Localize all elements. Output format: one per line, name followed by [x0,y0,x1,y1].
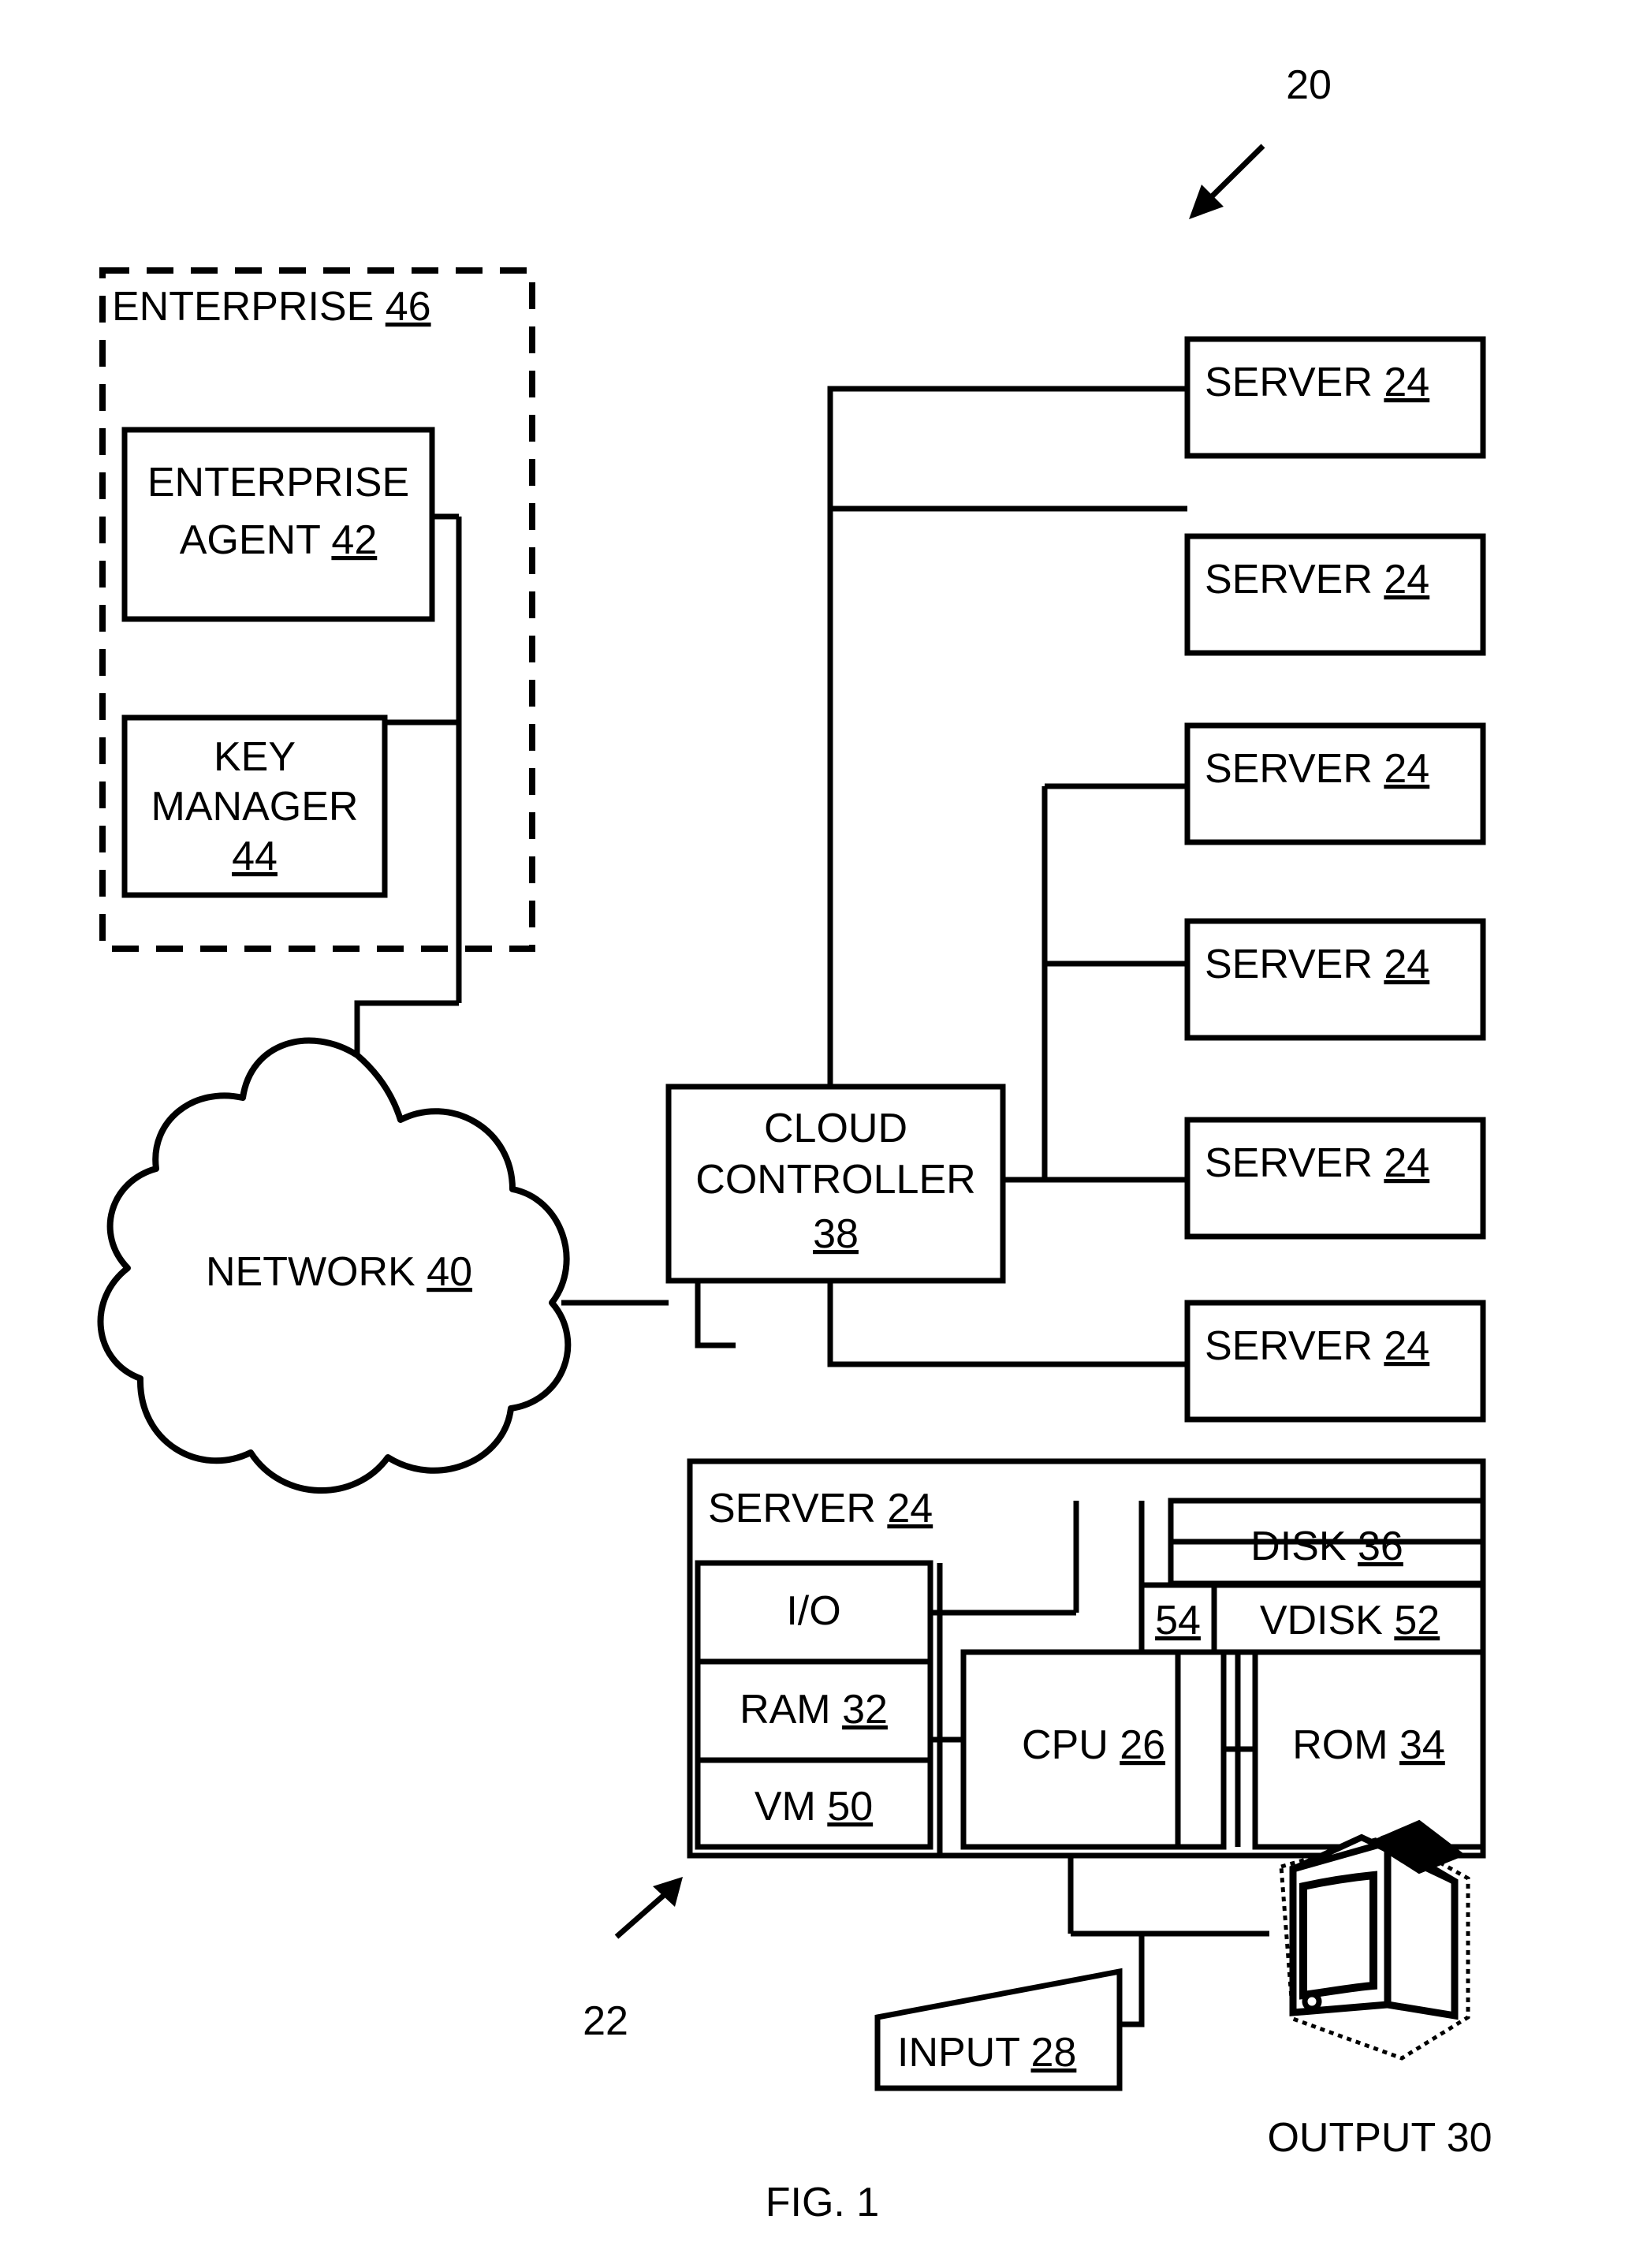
vm-label: VM 50 [755,1784,873,1830]
cpu-label-text: CPU [1022,1722,1109,1768]
server-detail-ref-label: 22 [583,1998,628,2044]
server-label-1: SERVER 24 [1205,360,1429,405]
ram-label: RAM 32 [740,1687,888,1733]
server-ref-6: 24 [1384,1323,1429,1369]
disk-label: DISK 36 [1250,1524,1403,1569]
network-label-text: NETWORK [206,1249,415,1295]
network-cloud[interactable]: NETWORK 40 [97,1037,572,1494]
server-label-5-text: SERVER [1205,1140,1373,1186]
system-ref-marker: 20 [1189,62,1332,219]
server-label-3: SERVER 24 [1205,746,1429,792]
server-ref-3: 24 [1384,746,1429,792]
server-label-2: SERVER 24 [1205,557,1429,602]
disk-label-text: DISK [1250,1524,1347,1569]
server-label-6-text: SERVER [1205,1323,1373,1369]
enterprise-title-text: ENTERPRISE [112,284,374,330]
vdisk-label: VDISK 52 [1260,1598,1440,1643]
server-detail-title-text: SERVER [708,1486,876,1531]
server-detail-ref-marker: 22 [583,1877,683,2044]
key-manager-ref: 44 [232,834,278,879]
output-label: OUTPUT 30 [1267,2115,1492,2161]
key-manager-block[interactable]: KEY MANAGER 44 [121,714,388,898]
vdisk-label-text: VDISK [1260,1598,1383,1643]
cloud-controller-label-line2: CONTROLLER [695,1157,975,1203]
disk-ref: 36 [1358,1524,1403,1569]
server-detail-title-ref: 24 [887,1486,933,1531]
ram-label-text: RAM [740,1687,831,1733]
patent-figure-page: 20 ENTERPRISE 46 ENTERPRISE AGENT 42 KEY… [0,0,1647,2268]
server-label-3-text: SERVER [1205,746,1373,792]
vm-label-text: VM [755,1784,816,1830]
vm-ref: 50 [827,1784,873,1830]
cpu-ref: 26 [1120,1722,1165,1768]
network-label: NETWORK 40 [206,1249,472,1295]
key-manager-label-line1: KEY [214,734,296,780]
ram-ref: 32 [842,1687,888,1733]
input-device[interactable]: INPUT 28 [874,1968,1123,2091]
cloud-controller-label-line1: CLOUD [764,1106,907,1151]
server-label-4-text: SERVER [1205,942,1373,987]
network-ref: 40 [427,1249,472,1295]
server-detail-block[interactable]: SERVER 24 I/O RAM 32 VM 50 CPU 26 ROM 34… [687,1458,1486,1859]
input-label: INPUT 28 [897,2030,1076,2076]
input-ref: 28 [1031,2030,1077,2076]
enterprise-agent-ref: 42 [331,517,377,563]
server-rack-item-1[interactable]: SERVER 24 [1184,336,1486,459]
server-rack-item-4[interactable]: SERVER 24 [1184,918,1486,1041]
monitor-screen [1299,1871,1377,2000]
rom-label: ROM 34 [1292,1722,1445,1768]
server-ref-4: 24 [1384,942,1429,987]
output-label-text: OUTPUT [1267,2115,1435,2161]
server-rack-item-6[interactable]: SERVER 24 [1184,1300,1486,1423]
key-manager-label-line2: MANAGER [151,784,359,830]
server-label-2-text: SERVER [1205,557,1373,602]
enterprise-agent-label-line1: ENTERPRISE [147,460,409,505]
server-rack-item-2[interactable]: SERVER 24 [1184,533,1486,656]
server-detail-title: SERVER 24 [708,1486,933,1531]
rom-label-text: ROM [1292,1722,1388,1768]
vdisk-ref: 52 [1394,1598,1440,1643]
server-label-5: SERVER 24 [1205,1140,1429,1186]
cloud-controller-ref: 38 [813,1211,859,1257]
figure-canvas: 20 ENTERPRISE 46 ENTERPRISE AGENT 42 KEY… [97,62,1492,2225]
io-label: I/O [786,1588,840,1634]
input-label-text: INPUT [897,2030,1019,2076]
enterprise-title: ENTERPRISE 46 [112,284,431,330]
server-ref-5: 24 [1384,1140,1429,1186]
figure-caption: FIG. 1 [766,2180,879,2225]
enterprise-agent-label-line2: AGENT 42 [180,517,378,563]
server-ref-2: 24 [1384,557,1429,602]
cpu-label: CPU 26 [1022,1722,1165,1768]
server-rack-item-5[interactable]: SERVER 24 [1184,1117,1486,1240]
server-ref-1: 24 [1384,360,1429,405]
output-device[interactable]: OUTPUT 30 [1267,1819,1492,2161]
rom-ref: 34 [1399,1722,1445,1768]
server-label-6: SERVER 24 [1205,1323,1429,1369]
server-rack-item-3[interactable]: SERVER 24 [1184,722,1486,845]
system-ref-label: 20 [1286,62,1332,108]
enterprise-agent-block[interactable]: ENTERPRISE AGENT 42 [121,427,435,622]
link54-ref: 54 [1155,1598,1201,1643]
server-label-1-text: SERVER [1205,360,1373,405]
enterprise-title-ref: 46 [386,284,431,330]
server-label-4: SERVER 24 [1205,942,1429,987]
cloud-controller-block[interactable]: CLOUD CONTROLLER 38 [665,1084,1006,1284]
output-ref: 30 [1447,2115,1492,2161]
monitor-power-led [1302,1991,1322,2012]
enterprise-agent-label-word: AGENT [180,517,320,563]
